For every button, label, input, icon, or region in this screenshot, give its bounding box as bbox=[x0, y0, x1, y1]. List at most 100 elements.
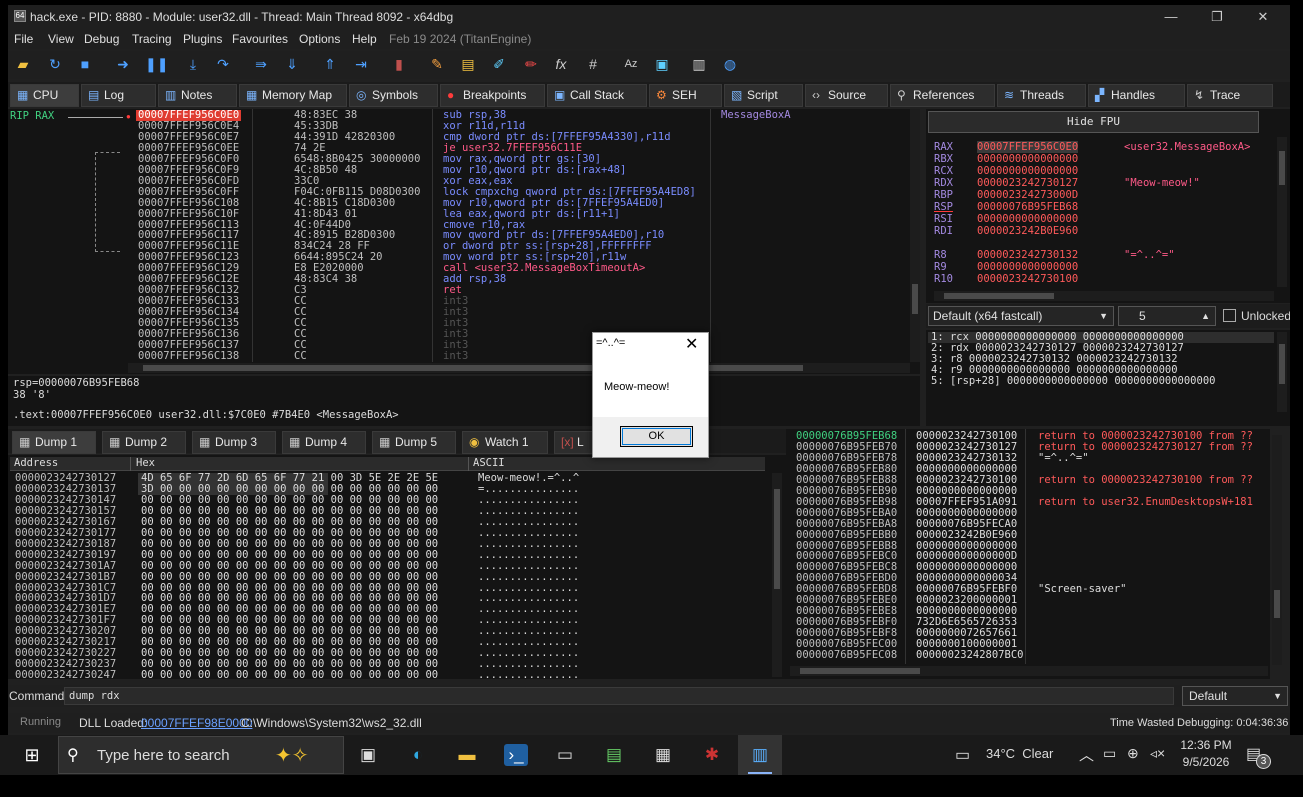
calculator-app-icon[interactable]: ▦ bbox=[651, 744, 675, 766]
trace-into-icon[interactable]: ⇛ bbox=[252, 55, 270, 73]
patch-icon[interactable]: ✎ bbox=[428, 55, 446, 73]
register-value[interactable]: 0000023242B0E960 bbox=[977, 225, 1078, 237]
execute-till-return-icon[interactable]: ⇑ bbox=[321, 55, 339, 73]
menu-debug[interactable]: Debug bbox=[84, 32, 119, 46]
register-row[interactable]: R10 0000023242730100 bbox=[934, 273, 1274, 285]
tab-dump-1[interactable]: ▦ Dump 1 bbox=[12, 431, 96, 454]
tab-log[interactable]: ▤ Log bbox=[81, 84, 156, 107]
breakpoint-marker-icon[interactable]: ● bbox=[126, 112, 131, 121]
file-explorer-icon[interactable]: ▬ bbox=[455, 744, 479, 766]
notes-icon[interactable]: ▥ bbox=[690, 55, 708, 73]
taskbar-search[interactable]: ⚲ Type here to search ✦✧ bbox=[58, 736, 344, 774]
step-into-icon[interactable]: ⤓ bbox=[184, 55, 202, 73]
tab-references[interactable]: ⚲ References bbox=[890, 84, 995, 107]
step-over-icon[interactable]: ↷ bbox=[214, 55, 232, 73]
dump-header-address[interactable]: Address bbox=[14, 458, 58, 469]
dump-row[interactable]: 0000023242730197 00 00 00 00 00 00 00 00 … bbox=[15, 549, 615, 561]
menu-file[interactable]: File bbox=[14, 32, 33, 46]
disassembly-vscroll[interactable] bbox=[910, 109, 920, 362]
close-button[interactable]: ✕ bbox=[1240, 5, 1286, 29]
dump-ascii[interactable]: ................ bbox=[478, 670, 579, 681]
stack-hscroll[interactable] bbox=[790, 666, 1268, 676]
ok-button[interactable]: OK bbox=[620, 426, 693, 447]
bookmark-icon[interactable]: ✏ bbox=[522, 55, 540, 73]
dump-vscroll[interactable] bbox=[772, 473, 782, 677]
tab-dump-4[interactable]: ▦ Dump 4 bbox=[282, 431, 366, 454]
register-row[interactable]: RSP 00000076B95FEB68 bbox=[934, 201, 1274, 213]
command-mode-select[interactable]: Default ▼ bbox=[1182, 686, 1288, 706]
tab-cpu[interactable]: ▦ CPU bbox=[10, 84, 79, 107]
register-value[interactable]: 0000023242730127 bbox=[977, 177, 1078, 189]
maximize-button[interactable]: ❐ bbox=[1194, 5, 1240, 29]
notes-app-icon[interactable]: ▥ bbox=[748, 744, 772, 766]
clock-date[interactable]: 9/5/2026 bbox=[1180, 755, 1232, 769]
hide-fpu-button[interactable]: Hide FPU bbox=[928, 111, 1259, 133]
stack-vscroll[interactable] bbox=[1272, 435, 1282, 665]
tab-symbols[interactable]: ◎ Symbols bbox=[349, 84, 438, 107]
register-row[interactable]: RCX 0000000000000000 bbox=[934, 165, 1274, 177]
register-value[interactable]: 0000000000000000 bbox=[977, 213, 1078, 225]
dump-ascii[interactable]: ................ bbox=[478, 560, 579, 572]
powershell-icon[interactable]: ›_ bbox=[504, 744, 528, 766]
chevron-up-icon[interactable]: ︿ bbox=[1079, 744, 1094, 765]
menu-help[interactable]: Help bbox=[352, 32, 377, 46]
register-value[interactable]: 000002324273000D bbox=[977, 189, 1078, 201]
register-row[interactable]: RDX 0000023242730127 "Meow-meow!" bbox=[934, 177, 1274, 189]
label-icon[interactable]: ✐ bbox=[490, 55, 508, 73]
dump-hex[interactable]: 00 00 00 00 00 00 00 00 00 00 00 00 00 0… bbox=[141, 571, 438, 583]
arg-count-spinner[interactable]: 5 ▲ bbox=[1118, 306, 1216, 326]
comment-icon[interactable]: ▤ bbox=[459, 55, 477, 73]
stack-row[interactable]: 00000076B95FEC08 00000023242807BC0 bbox=[788, 650, 1268, 661]
register-row[interactable]: RDI 0000023242B0E960 bbox=[934, 225, 1274, 237]
command-input[interactable]: dump rdx bbox=[64, 687, 1174, 705]
register-row[interactable]: RAX 00007FFEF956C0E0 <user32.MessageBoxA> bbox=[934, 141, 1274, 153]
register-row[interactable]: R9 0000000000000000 bbox=[934, 261, 1274, 273]
tab-memory-map[interactable]: ▦ Memory Map bbox=[239, 84, 347, 107]
hash-icon[interactable]: # bbox=[584, 55, 602, 73]
menu-favourites[interactable]: Favourites bbox=[232, 32, 288, 46]
minimize-button[interactable]: — bbox=[1148, 5, 1194, 29]
stack-row[interactable]: 00000076B95FEBA0 0000000000000000 bbox=[788, 507, 1268, 519]
menu-plugins[interactable]: Plugins bbox=[183, 32, 222, 46]
tab-call-stack[interactable]: ▣ Call Stack bbox=[547, 84, 647, 107]
tab-dump-3[interactable]: ▦ Dump 3 bbox=[192, 431, 276, 454]
clock-time[interactable]: 12:36 PM bbox=[1180, 738, 1232, 752]
scylla-icon[interactable]: ▮ bbox=[390, 55, 408, 73]
start-icon[interactable]: ⊞ bbox=[20, 744, 44, 766]
register-value[interactable]: 0000023242730132 bbox=[977, 249, 1078, 261]
dump-hex[interactable]: 00 00 00 00 00 00 00 00 00 00 00 00 00 0… bbox=[141, 549, 438, 561]
tab-breakpoints[interactable]: ● Breakpoints bbox=[440, 84, 545, 107]
globe-icon[interactable]: ◍ bbox=[721, 55, 739, 73]
stack-value[interactable]: 0000000000000000 bbox=[916, 507, 1017, 519]
menu-view[interactable]: View bbox=[48, 32, 74, 46]
dump-row[interactable]: 00000232427301A7 00 00 00 00 00 00 00 00 … bbox=[15, 560, 615, 572]
tab-dump-2[interactable]: ▦ Dump 2 bbox=[102, 431, 186, 454]
stack-value[interactable]: 0000023242B0E960 bbox=[916, 529, 1017, 541]
tab-source[interactable]: ‹› Source bbox=[805, 84, 888, 107]
weather-icon[interactable]: ▭ bbox=[955, 745, 970, 765]
trace-over-icon[interactable]: ⇓ bbox=[283, 55, 301, 73]
breakpoint-gutter[interactable]: ● bbox=[126, 109, 134, 374]
register-row[interactable]: RBP 000002324273000D bbox=[934, 189, 1274, 201]
dump-header-ascii[interactable]: ASCII bbox=[473, 458, 505, 469]
tab-notes[interactable]: ▥ Notes bbox=[158, 84, 237, 107]
dll-address-link[interactable]: 00007FFEF98E0000 bbox=[141, 716, 252, 730]
open-icon[interactable]: ▰ bbox=[14, 55, 32, 73]
register-value[interactable]: 00000076B95FEB68 bbox=[977, 201, 1078, 213]
x64dbg-bug-icon[interactable]: ✱ bbox=[700, 744, 724, 766]
dump-hex[interactable]: 00 00 00 00 00 00 00 00 00 00 00 00 00 0… bbox=[141, 670, 438, 681]
disassembly-hscroll[interactable] bbox=[128, 363, 910, 373]
task-view-icon[interactable]: ▣ bbox=[356, 744, 380, 766]
terminal-icon[interactable]: ▭ bbox=[553, 744, 577, 766]
dump-hex[interactable]: 00 00 00 00 00 00 00 00 00 00 00 00 00 0… bbox=[141, 560, 438, 572]
registers-vscroll[interactable] bbox=[1277, 137, 1287, 287]
tab-dump-5[interactable]: ▦ Dump 5 bbox=[372, 431, 456, 454]
calculator-icon[interactable]: ▣ bbox=[653, 55, 671, 73]
monitor-app-icon[interactable]: ▤ bbox=[602, 744, 626, 766]
dump-hex[interactable]: 00 00 00 00 00 00 00 00 00 00 00 00 00 0… bbox=[141, 538, 438, 550]
edge-icon[interactable]: ◐ bbox=[406, 744, 430, 766]
tab-threads[interactable]: ≋ Threads bbox=[997, 84, 1086, 107]
strings-icon[interactable]: Aᴢ bbox=[622, 55, 640, 73]
register-value[interactable]: 0000023242730100 bbox=[977, 273, 1078, 285]
callconv-select[interactable]: Default (x64 fastcall) ▼ bbox=[928, 306, 1114, 326]
